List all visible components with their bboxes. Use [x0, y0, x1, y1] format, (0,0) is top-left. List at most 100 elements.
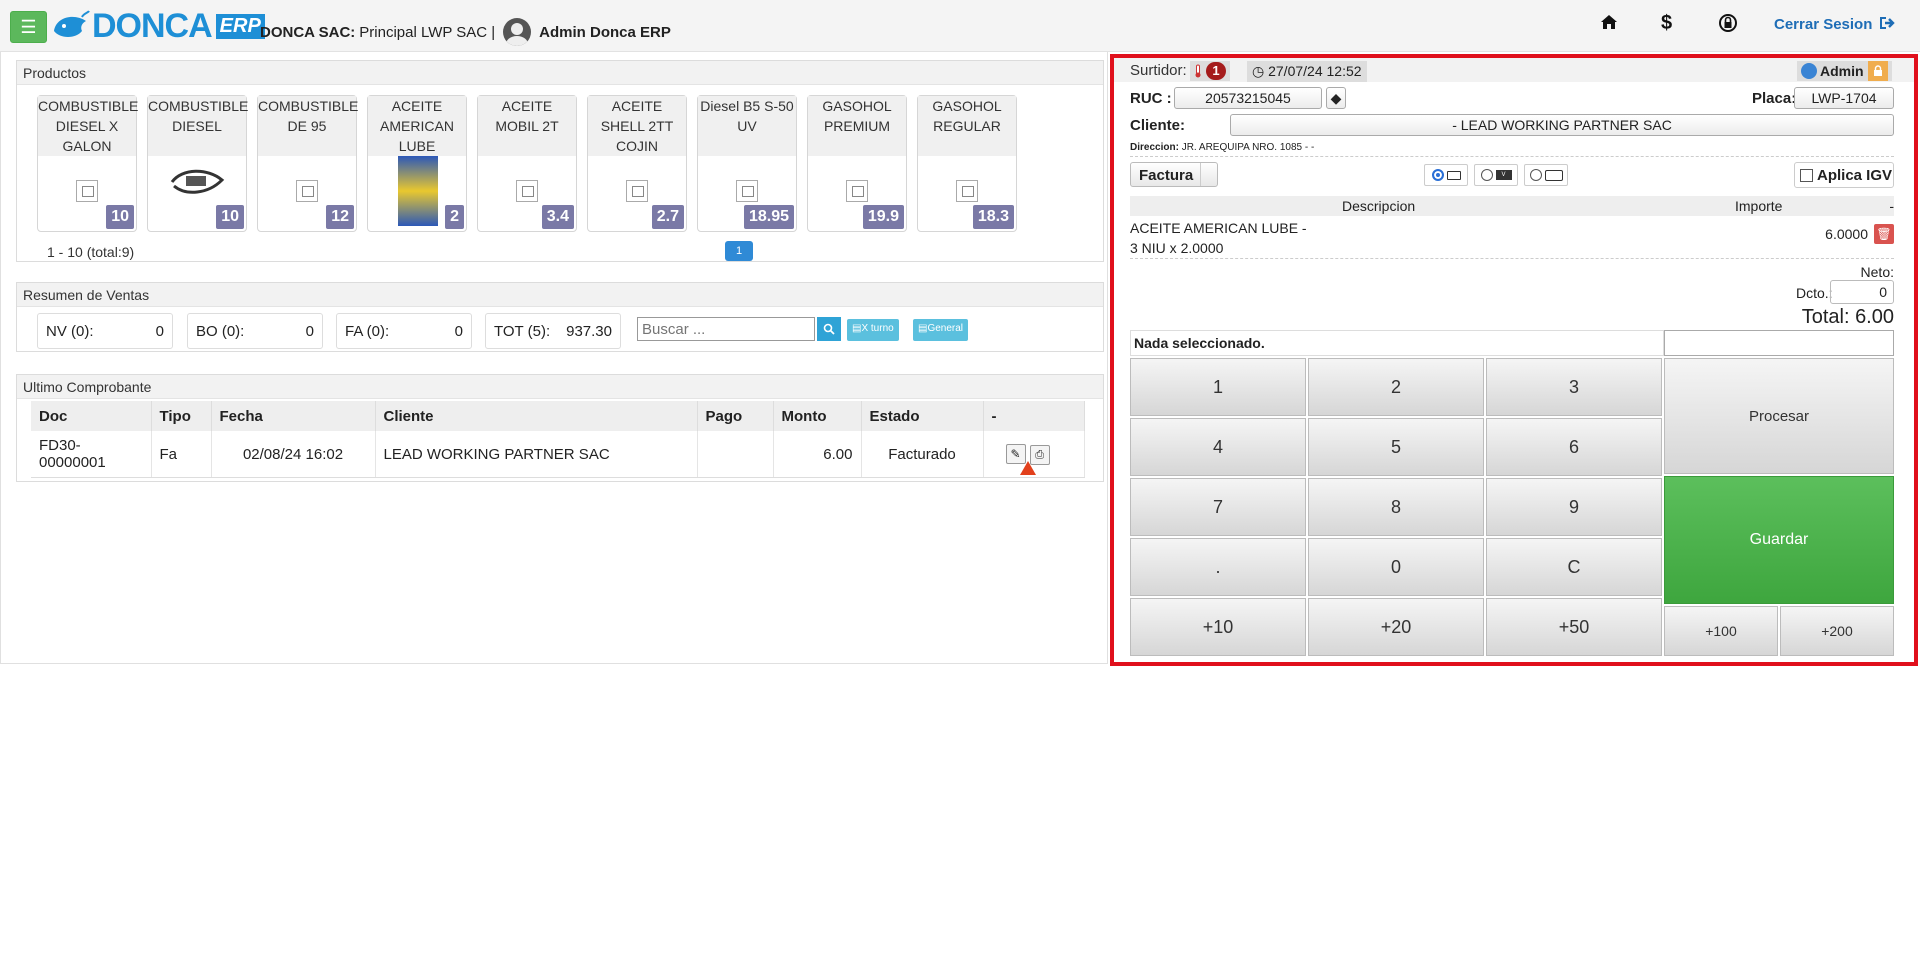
trash-icon[interactable]: 🗑: [1874, 224, 1894, 244]
eraser-button[interactable]: ◆: [1326, 87, 1346, 109]
logout-link[interactable]: Cerrar Sesion: [1774, 16, 1897, 33]
cash-icon: [1446, 170, 1461, 180]
ruc-field[interactable]: 20573215045: [1174, 87, 1322, 109]
monto-cell: 6.00: [773, 431, 862, 478]
general-button[interactable]: ▤General: [913, 319, 969, 341]
column-header[interactable]: Fecha: [211, 401, 376, 431]
product-card[interactable]: ACEITE AMERICAN LUBE 2: [367, 95, 467, 232]
admin-badge[interactable]: Admin: [1797, 61, 1892, 81]
menu-button[interactable]: ☰: [10, 11, 47, 43]
item-description[interactable]: ACEITE AMERICAN LUBE - 3 NIU x 2.0000: [1130, 218, 1307, 258]
pay-visa-option[interactable]: V: [1474, 164, 1518, 186]
key-4[interactable]: 4: [1130, 418, 1306, 476]
procesar-button[interactable]: Procesar: [1664, 358, 1894, 474]
oil-bottle-image: [398, 156, 438, 226]
user-avatar-icon: [503, 18, 532, 46]
lock-icon[interactable]: [1867, 61, 1888, 81]
placeholder-image-icon: [956, 180, 978, 202]
total-label: Total: 6.00: [1801, 306, 1894, 328]
key-clear[interactable]: C: [1486, 538, 1662, 596]
company-info: DONCA SAC: Principal LWP SAC | Admin Don…: [260, 18, 675, 46]
product-card[interactable]: COMBUSTIBLE DE 95 12: [257, 95, 358, 232]
key-6[interactable]: 6: [1486, 418, 1662, 476]
ultimo-table: Doc Tipo Fecha Cliente Pago Monto Estado - FD30…: [31, 401, 1085, 478]
dollar-icon[interactable]: $: [1661, 12, 1672, 35]
direccion-value: JR. AREQUIPA NRO. 1085 - -: [1181, 142, 1315, 153]
key-dot[interactable]: .: [1130, 538, 1306, 596]
top-bar: ☰ DONCA ERP DONCA SAC: Principal LWP SAC…: [0, 0, 1920, 52]
resumen-title: Resumen de Ventas: [17, 283, 1103, 307]
cliente-field[interactable]: - LEAD WORKING PARTNER SAC: [1230, 114, 1894, 136]
pay-card-option[interactable]: [1524, 164, 1568, 186]
product-card[interactable]: Diesel B5 S-50 UV 18.95: [697, 95, 797, 232]
column-header[interactable]: Doc: [31, 401, 152, 431]
product-card[interactable]: ACEITE SHELL 2TT COJIN 2.7: [587, 95, 687, 232]
admin-avatar-icon: [1801, 63, 1817, 79]
product-card[interactable]: ACEITE MOBIL 2T 3.4: [477, 95, 577, 232]
key-plus-50[interactable]: +50: [1486, 598, 1662, 656]
product-price: 19.9: [862, 205, 904, 229]
item-line-1: ACEITE AMERICAN LUBE -: [1130, 220, 1307, 236]
datetime-value: 27/07/24 12:52: [1268, 63, 1362, 79]
selection-status: Nada seleccionado.: [1130, 330, 1664, 356]
aplica-igv-toggle[interactable]: Aplica IGV: [1794, 162, 1894, 188]
product-card[interactable]: COMBUSTIBLE DIESEL 10: [147, 95, 248, 232]
key-8[interactable]: 8: [1308, 478, 1484, 536]
amount-input[interactable]: [1664, 330, 1894, 356]
product-card[interactable]: GASOHOL REGULAR 18.3: [917, 95, 1017, 232]
ultimo-panel: Ultimo Comprobante Doc Tipo Fecha Cliente Pa…: [16, 374, 1104, 482]
key-plus-10[interactable]: +10: [1130, 598, 1306, 656]
tipo-cell: Fa: [151, 431, 212, 478]
key-5[interactable]: 5: [1308, 418, 1484, 476]
x-turno-label: X turno: [861, 323, 894, 334]
column-header[interactable]: Tipo: [151, 401, 212, 431]
key-7[interactable]: 7: [1130, 478, 1306, 536]
tipo-doc-value: Factura: [1131, 163, 1201, 186]
key-0[interactable]: 0: [1308, 538, 1484, 596]
key-plus-200[interactable]: +200: [1780, 606, 1894, 656]
col-descripcion: Descripcion: [1342, 198, 1416, 214]
radio-checked-icon: [1431, 169, 1444, 181]
tipo-doc-select[interactable]: Factura: [1130, 162, 1218, 187]
key-1[interactable]: 1: [1130, 358, 1306, 416]
surtidor-badge[interactable]: 1: [1190, 61, 1230, 81]
divider: [1130, 258, 1894, 259]
dcto-input[interactable]: 0: [1830, 280, 1894, 304]
fa-summary: FA (0): 0: [336, 313, 472, 349]
direccion-label: Direccion:: [1130, 142, 1179, 153]
sign-out-icon: [1879, 17, 1895, 29]
cliente-cell: LEAD WORKING PARTNER SAC: [375, 431, 698, 478]
item-importe-value: 6.0000: [1825, 226, 1868, 242]
placa-field[interactable]: LWP-1704: [1794, 87, 1894, 109]
key-plus-100[interactable]: +100: [1664, 606, 1778, 656]
search-input[interactable]: [637, 317, 815, 341]
bo-value: 0: [305, 322, 314, 340]
key-3[interactable]: 3: [1486, 358, 1662, 416]
pay-cash-option[interactable]: [1424, 164, 1468, 186]
product-price: 10: [106, 205, 134, 229]
guardar-button[interactable]: Guardar: [1664, 476, 1894, 604]
column-header[interactable]: Estado: [861, 401, 984, 431]
credit-card-icon: [1544, 169, 1563, 181]
doc-cell: FD30-00000001: [31, 431, 152, 478]
product-card[interactable]: COMBUSTIBLE DIESEL X GALON 10: [37, 95, 138, 232]
logo-erp-badge: ERP: [215, 13, 265, 39]
home-icon[interactable]: [1600, 13, 1618, 37]
column-header[interactable]: -: [983, 401, 1085, 431]
key-9[interactable]: 9: [1486, 478, 1662, 536]
placa-label: Placa:: [1752, 90, 1797, 107]
lock-reset-icon[interactable]: [1718, 13, 1738, 39]
placeholder-image-icon: [846, 180, 868, 202]
key-2[interactable]: 2: [1308, 358, 1484, 416]
x-turno-button[interactable]: ▤X turno: [847, 319, 899, 341]
product-card[interactable]: GASOHOL PREMIUM 19.9: [807, 95, 907, 232]
key-plus-20[interactable]: +20: [1308, 598, 1484, 656]
search-button[interactable]: [817, 317, 841, 341]
col-importe: Importe: [1735, 198, 1783, 214]
nv-value: 0: [155, 322, 164, 340]
column-header[interactable]: Pago: [697, 401, 774, 431]
column-header[interactable]: Cliente: [375, 401, 698, 431]
page-1-button[interactable]: 1: [725, 241, 753, 261]
column-header[interactable]: Monto: [773, 401, 862, 431]
product-price: 2.7: [651, 205, 684, 229]
